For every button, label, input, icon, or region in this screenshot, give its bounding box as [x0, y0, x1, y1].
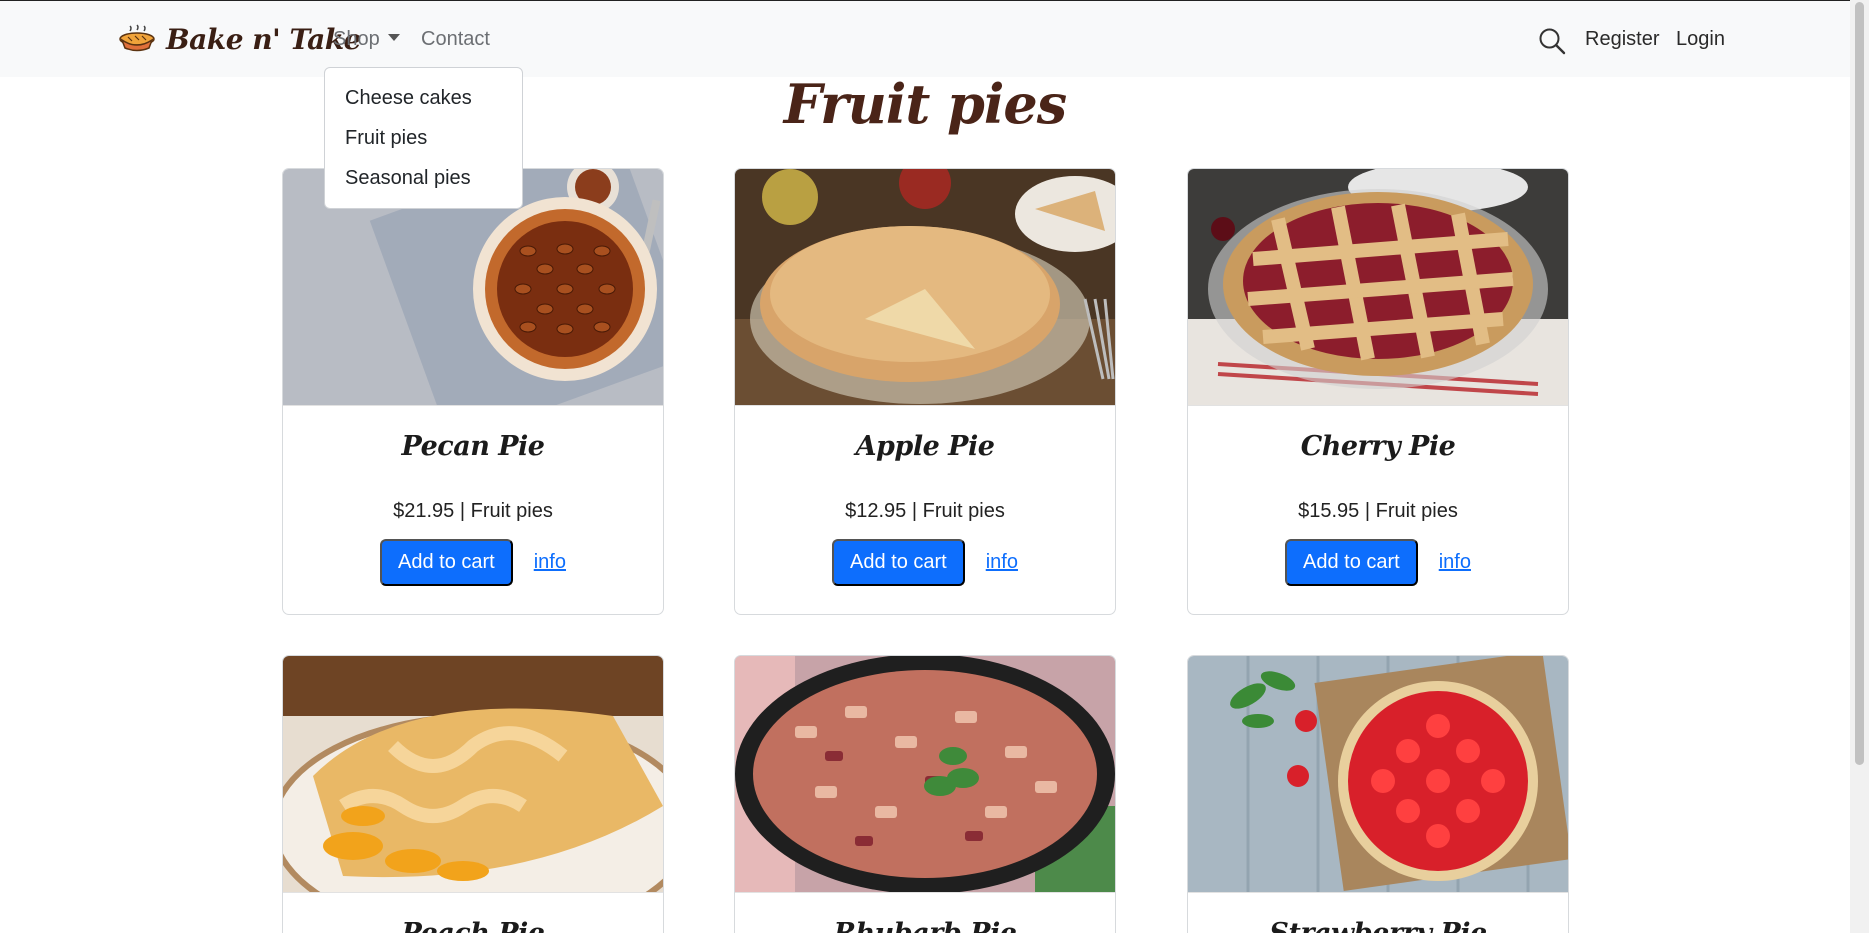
product-name: Cherry Pie [1300, 431, 1456, 462]
product-card: Cherry Pie $15.95 | Fruit pies Add to ca… [1187, 168, 1569, 615]
product-price-category: $12.95 | Fruit pies [845, 500, 1005, 522]
page-viewport: Bake n' Take Shop Contact Register Login… [0, 0, 1850, 933]
info-link[interactable]: info [534, 551, 566, 574]
navbar: Bake n' Take Shop Contact Register Login [0, 0, 1850, 77]
scrollbar-thumb[interactable] [1855, 2, 1864, 765]
add-to-cart-button[interactable]: Add to cart [380, 539, 513, 586]
nav-login-link[interactable]: Login [1676, 28, 1725, 51]
page-title: Fruit pies [783, 72, 1067, 136]
nav-shop-toggle[interactable]: Shop [333, 28, 400, 51]
product-image[interactable] [283, 656, 663, 893]
product-image[interactable] [735, 656, 1115, 893]
product-name: Rhubarb Pie [735, 918, 1115, 933]
product-actions: Add to cart info [283, 539, 663, 586]
product-card: Apple Pie $12.95 | Fruit pies Add to car… [734, 168, 1116, 615]
caret-down-icon [387, 34, 400, 42]
add-to-cart-button[interactable]: Add to cart [1285, 539, 1418, 586]
info-link[interactable]: info [1439, 551, 1471, 574]
add-to-cart-button[interactable]: Add to cart [832, 539, 965, 586]
product-price-category: $15.95 | Fruit pies [1298, 500, 1458, 522]
brand[interactable]: Bake n' Take [118, 21, 361, 58]
product-name: Strawberry Pie [1188, 918, 1568, 933]
nav-contact-link[interactable]: Contact [421, 28, 490, 51]
product-price-category: $21.95 | Fruit pies [393, 500, 553, 522]
product-card: Pecan Pie $21.95 | Fruit pies Add to car… [282, 168, 664, 615]
shop-dropdown-menu: Cheese cakes Fruit pies Seasonal pies [324, 67, 523, 209]
product-name: Peach Pie [283, 918, 663, 933]
dropdown-item-seasonal-pies[interactable]: Seasonal pies [325, 167, 522, 207]
nav-shop-label: Shop [333, 28, 380, 50]
product-card: Rhubarb Pie [734, 655, 1116, 933]
search-icon[interactable] [1538, 27, 1566, 60]
product-name: Apple Pie [855, 431, 995, 462]
product-image[interactable] [1188, 169, 1568, 406]
product-image[interactable] [735, 169, 1115, 406]
brand-name: Bake n' Take [166, 23, 361, 56]
product-card: Peach Pie [282, 655, 664, 933]
product-image[interactable] [1188, 656, 1568, 893]
product-name: Pecan Pie [401, 431, 545, 462]
dropdown-item-cheese-cakes[interactable]: Cheese cakes [325, 87, 522, 127]
vertical-scrollbar[interactable] [1850, 0, 1869, 933]
nav-register-link[interactable]: Register [1585, 28, 1659, 51]
product-card: Strawberry Pie [1187, 655, 1569, 933]
dropdown-item-fruit-pies[interactable]: Fruit pies [325, 127, 522, 167]
pie-logo-icon [118, 21, 156, 58]
product-actions: Add to cart info [1188, 539, 1568, 586]
product-actions: Add to cart info [735, 539, 1115, 586]
info-link[interactable]: info [986, 551, 1018, 574]
